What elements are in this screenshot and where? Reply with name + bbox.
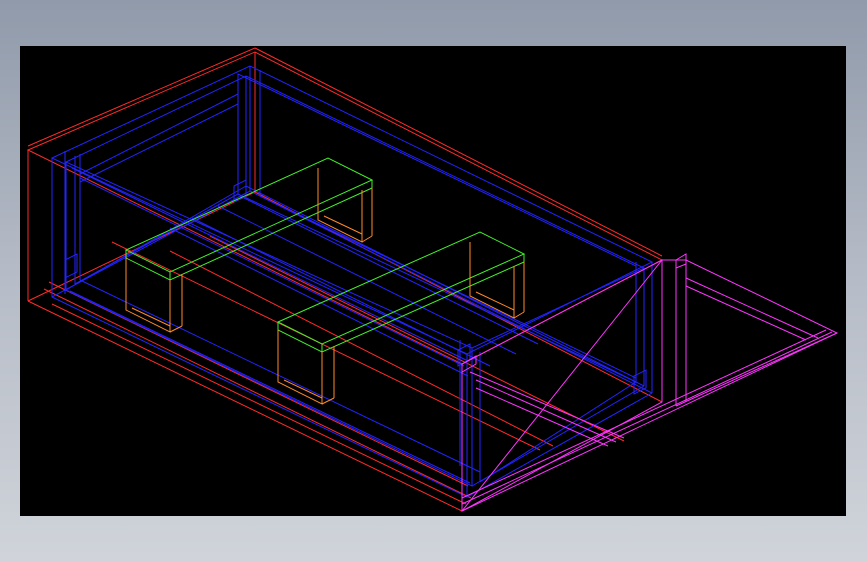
outer-inner-bottom	[51, 303, 467, 505]
cad-viewport[interactable]	[20, 46, 846, 516]
inner-rim-line-3	[237, 73, 637, 267]
inner-side-beam-2	[79, 103, 239, 183]
ramp-top-slope	[461, 259, 839, 512]
support-2a-inner	[283, 379, 323, 399]
outer-body-wireframe	[26, 47, 664, 512]
beam-2-side-face	[277, 254, 525, 353]
outer-bottom-edge	[27, 300, 463, 512]
support-1b-foot	[361, 235, 373, 243]
outer-top-offset	[27, 47, 256, 147]
outer-inner-bottom-3	[43, 288, 472, 499]
ramp-slope-line	[461, 331, 833, 505]
inner-front-wall	[51, 158, 468, 498]
inner-middle-line	[169, 227, 469, 377]
outer-top-offset-2	[254, 47, 663, 257]
ramp-inner-line	[685, 277, 819, 339]
inner-frame-wireframe	[50, 65, 654, 498]
outer-floor-line	[169, 250, 554, 447]
ramp-corner-block-2	[675, 253, 687, 269]
ramp-wireframe	[461, 253, 839, 512]
support-2b-foot	[513, 311, 525, 319]
support-1a-foot	[169, 325, 183, 333]
ramp-floor-line-2	[475, 379, 617, 443]
ramp-inner-line-2	[685, 285, 807, 341]
wireframe-drawing	[26, 47, 839, 512]
ramp-base-edge	[675, 332, 838, 407]
